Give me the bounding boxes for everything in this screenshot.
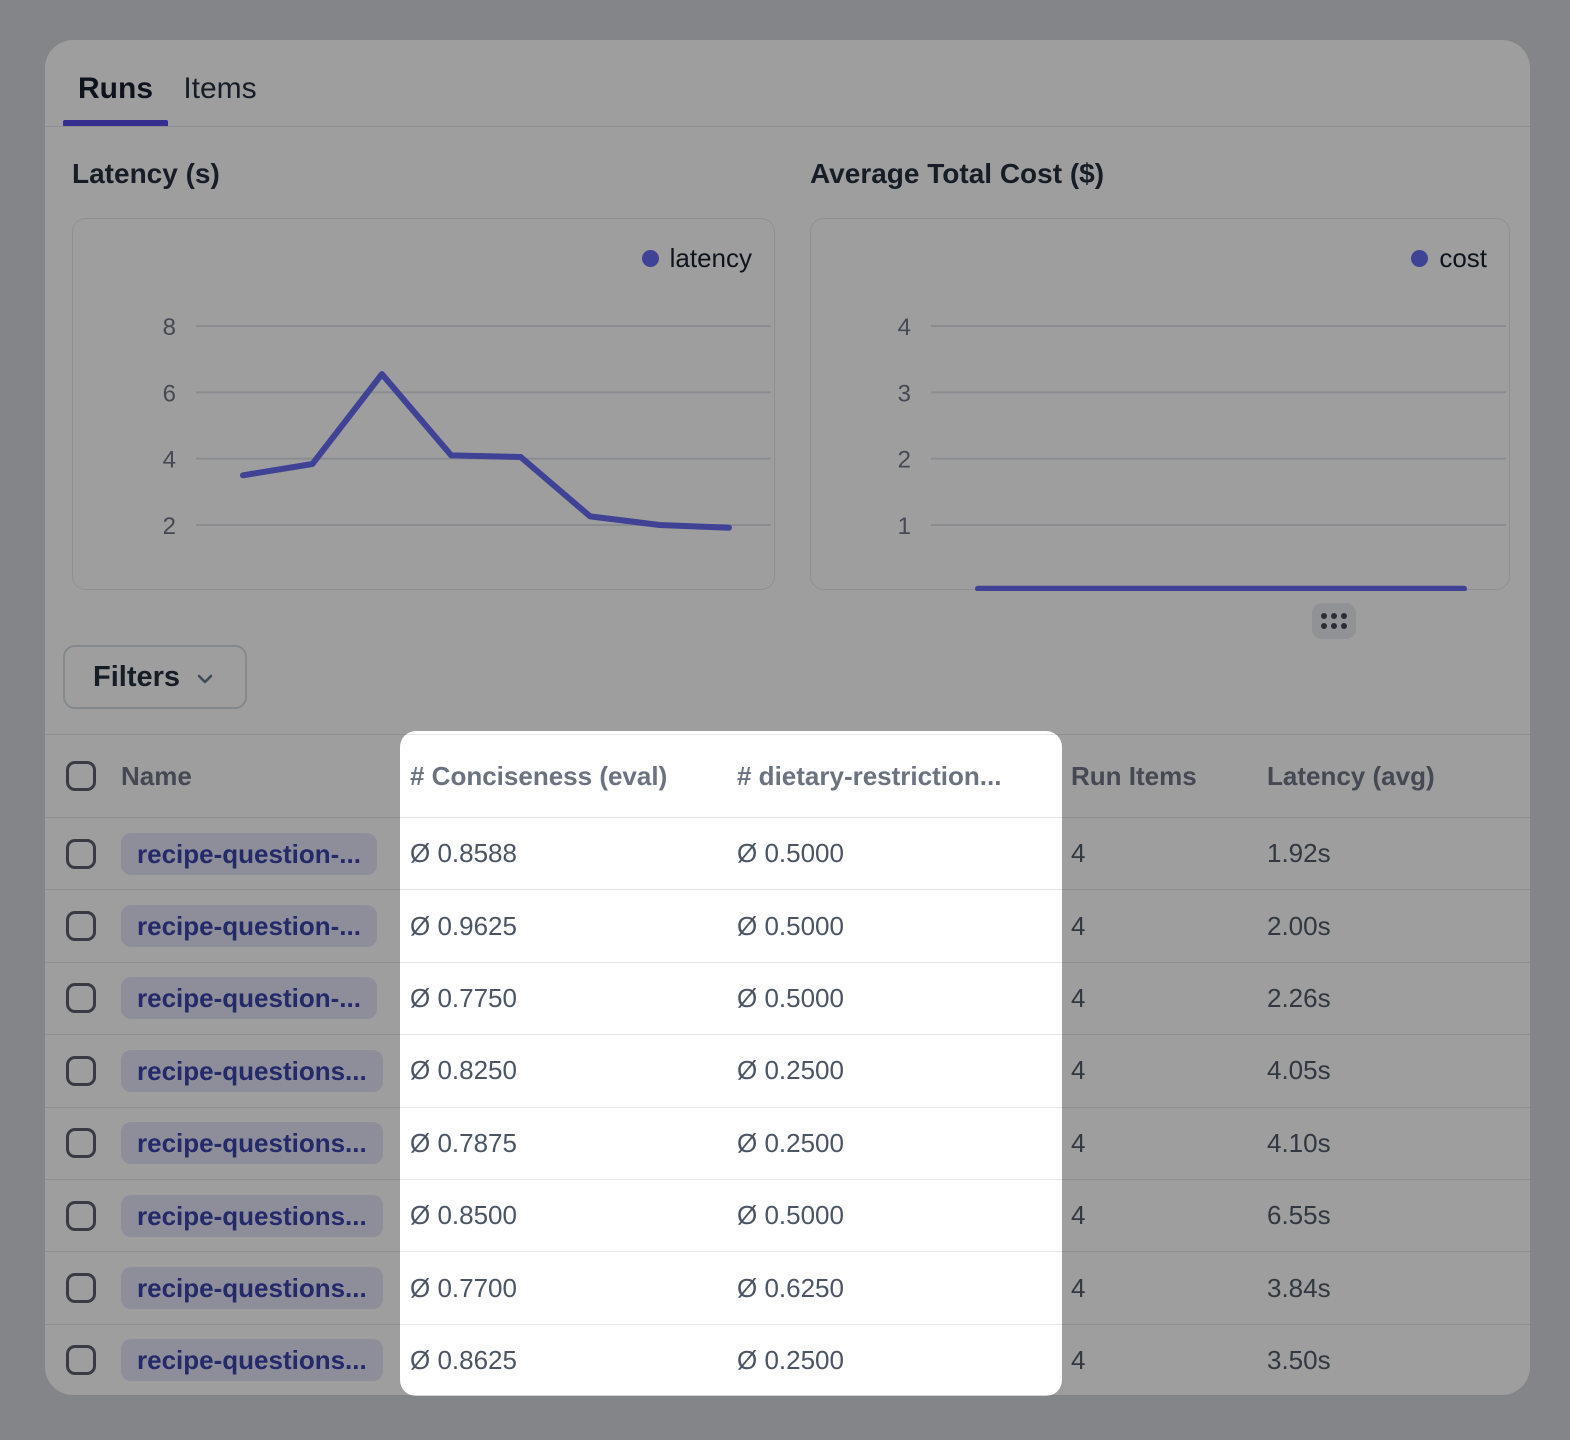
run-items-value: 4 <box>1062 1273 1258 1304</box>
dietary-restriction-value: Ø 0.5000 <box>727 838 1062 869</box>
resize-drag-handle[interactable] <box>1312 603 1356 639</box>
run-name-badge[interactable]: recipe-question-... <box>121 905 377 947</box>
latency-legend: latency <box>642 243 752 274</box>
table-row[interactable]: recipe-questions... Ø 0.8625 Ø 0.2500 4 … <box>45 1325 1530 1395</box>
latency-avg-value: 3.84s <box>1258 1273 1530 1304</box>
run-name-badge[interactable]: recipe-questions... <box>121 1267 383 1309</box>
latency-avg-value: 2.00s <box>1258 911 1530 942</box>
row-checkbox[interactable] <box>66 839 96 869</box>
run-name-badge[interactable]: recipe-question-... <box>121 977 377 1019</box>
row-checkbox[interactable] <box>66 1056 96 1086</box>
latency-avg-value: 2.26s <box>1258 983 1530 1014</box>
cost-legend-label: cost <box>1439 243 1487 274</box>
svg-text:2: 2 <box>163 513 176 540</box>
tabs-divider <box>45 126 1530 127</box>
conciseness-value: Ø 0.8250 <box>400 1055 727 1086</box>
latency-avg-value: 4.10s <box>1258 1128 1530 1159</box>
chevron-down-icon <box>193 667 217 691</box>
table-row[interactable]: recipe-questions... Ø 0.8500 Ø 0.5000 4 … <box>45 1180 1530 1252</box>
select-all-checkbox[interactable] <box>66 761 96 791</box>
latency-avg-value: 4.05s <box>1258 1055 1530 1086</box>
row-checkbox[interactable] <box>66 1345 96 1375</box>
column-header-dietary-restriction[interactable]: # dietary-restriction... <box>727 761 1062 792</box>
cost-chart-title: Average Total Cost ($) <box>810 158 1104 190</box>
run-name-badge[interactable]: recipe-questions... <box>121 1339 383 1381</box>
cost-legend-dot <box>1411 250 1428 267</box>
latency-chart-title: Latency (s) <box>72 158 220 190</box>
column-header-latency-avg[interactable]: Latency (avg) <box>1258 761 1530 792</box>
run-items-value: 4 <box>1062 1128 1258 1159</box>
dietary-restriction-value: Ø 0.5000 <box>727 983 1062 1014</box>
conciseness-value: Ø 0.9625 <box>400 911 727 942</box>
latency-chart-svg: 8 6 4 2 <box>73 219 776 591</box>
run-name-badge[interactable]: recipe-questions... <box>121 1122 383 1164</box>
column-header-conciseness[interactable]: # Conciseness (eval) <box>400 761 727 792</box>
row-checkbox[interactable] <box>66 1128 96 1158</box>
run-items-value: 4 <box>1062 1055 1258 1086</box>
table-row[interactable]: recipe-questions... Ø 0.7700 Ø 0.6250 4 … <box>45 1252 1530 1324</box>
table-row[interactable]: recipe-question-... Ø 0.8588 Ø 0.5000 4 … <box>45 818 1530 890</box>
row-checkbox[interactable] <box>66 1201 96 1231</box>
latency-avg-value: 1.92s <box>1258 838 1530 869</box>
latency-avg-value: 3.50s <box>1258 1345 1530 1376</box>
conciseness-value: Ø 0.8500 <box>400 1200 727 1231</box>
latency-avg-value: 6.55s <box>1258 1200 1530 1231</box>
latency-legend-label: latency <box>670 243 752 274</box>
run-name-badge[interactable]: recipe-question-... <box>121 833 377 875</box>
cost-chart: 4 3 2 1 cost <box>810 218 1510 590</box>
run-items-value: 4 <box>1062 1200 1258 1231</box>
conciseness-value: Ø 0.7750 <box>400 983 727 1014</box>
cost-legend: cost <box>1411 243 1487 274</box>
grip-dots-icon <box>1318 610 1350 632</box>
conciseness-value: Ø 0.8625 <box>400 1345 727 1376</box>
tab-items[interactable]: Items <box>168 72 272 106</box>
table-header-row: Name # Conciseness (eval) # dietary-rest… <box>45 735 1530 818</box>
svg-text:2: 2 <box>898 447 911 474</box>
table-row[interactable]: recipe-question-... Ø 0.9625 Ø 0.5000 4 … <box>45 890 1530 962</box>
conciseness-value: Ø 0.7700 <box>400 1273 727 1304</box>
table-body: recipe-question-... Ø 0.8588 Ø 0.5000 4 … <box>45 818 1530 1395</box>
run-items-value: 4 <box>1062 838 1258 869</box>
table-row[interactable]: recipe-questions... Ø 0.7875 Ø 0.2500 4 … <box>45 1108 1530 1180</box>
run-name-badge[interactable]: recipe-questions... <box>121 1050 383 1092</box>
column-header-run-items[interactable]: Run Items <box>1062 761 1258 792</box>
filters-button[interactable]: Filters <box>63 645 247 709</box>
dietary-restriction-value: Ø 0.6250 <box>727 1273 1062 1304</box>
svg-text:4: 4 <box>163 447 176 474</box>
svg-text:6: 6 <box>163 380 176 407</box>
latency-legend-dot <box>642 250 659 267</box>
row-checkbox[interactable] <box>66 1273 96 1303</box>
svg-text:1: 1 <box>898 513 911 540</box>
main-card: Runs Items Latency (s) Average Total Cos… <box>45 40 1530 1395</box>
dietary-restriction-value: Ø 0.2500 <box>727 1128 1062 1159</box>
latency-chart: 8 6 4 2 latency <box>72 218 775 590</box>
cost-chart-svg: 4 3 2 1 <box>811 219 1511 591</box>
page: Runs Items Latency (s) Average Total Cos… <box>0 0 1570 1440</box>
table-row[interactable]: recipe-question-... Ø 0.7750 Ø 0.5000 4 … <box>45 963 1530 1035</box>
svg-text:8: 8 <box>163 314 176 341</box>
filters-button-label: Filters <box>93 661 180 694</box>
row-checkbox[interactable] <box>66 983 96 1013</box>
svg-text:4: 4 <box>898 314 911 341</box>
run-items-value: 4 <box>1062 911 1258 942</box>
tab-runs[interactable]: Runs <box>63 72 168 106</box>
column-header-name[interactable]: Name <box>121 761 400 792</box>
dietary-restriction-value: Ø 0.5000 <box>727 911 1062 942</box>
run-items-value: 4 <box>1062 983 1258 1014</box>
run-items-value: 4 <box>1062 1345 1258 1376</box>
dietary-restriction-value: Ø 0.5000 <box>727 1200 1062 1231</box>
row-checkbox[interactable] <box>66 911 96 941</box>
dietary-restriction-value: Ø 0.2500 <box>727 1345 1062 1376</box>
svg-text:3: 3 <box>898 380 911 407</box>
conciseness-value: Ø 0.8588 <box>400 838 727 869</box>
run-name-badge[interactable]: recipe-questions... <box>121 1195 383 1237</box>
runs-table: Name # Conciseness (eval) # dietary-rest… <box>45 734 1530 1395</box>
dietary-restriction-value: Ø 0.2500 <box>727 1055 1062 1086</box>
table-row[interactable]: recipe-questions... Ø 0.8250 Ø 0.2500 4 … <box>45 1035 1530 1107</box>
conciseness-value: Ø 0.7875 <box>400 1128 727 1159</box>
